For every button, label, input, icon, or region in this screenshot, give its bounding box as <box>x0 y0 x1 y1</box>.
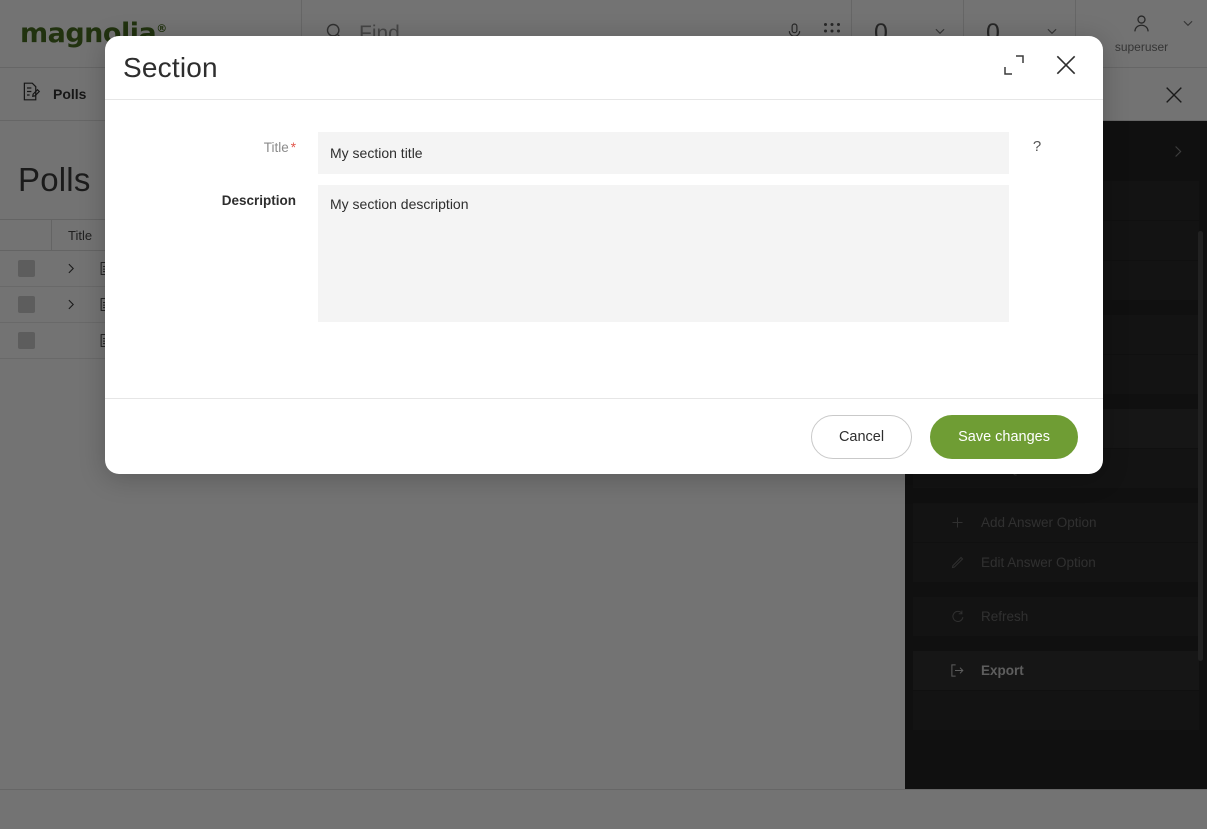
description-input[interactable] <box>318 185 1009 322</box>
field-title-row: Title* ? <box>105 132 1103 174</box>
field-title-label: Title* <box>105 132 318 155</box>
title-input[interactable] <box>318 132 1009 174</box>
dialog-title: Section <box>123 52 218 84</box>
cancel-button[interactable]: Cancel <box>811 415 912 459</box>
dialog-body: Title* ? Description <box>105 100 1103 398</box>
maximize-icon <box>1002 53 1026 82</box>
field-title-label-text: Title <box>264 140 289 155</box>
field-description-row: Description <box>105 185 1103 322</box>
dialog-header: Section <box>105 36 1103 100</box>
dialog-footer: Cancel Save changes <box>105 398 1103 474</box>
title-help-icon[interactable]: ? <box>1009 132 1065 155</box>
description-help-spacer <box>1009 185 1065 191</box>
close-icon <box>1053 52 1079 83</box>
save-changes-button[interactable]: Save changes <box>930 415 1078 459</box>
application-root: magnolia® Find... <box>0 0 1207 829</box>
dialog-close-button[interactable] <box>1045 47 1087 89</box>
required-marker: * <box>291 140 296 155</box>
section-dialog: Section <box>105 36 1103 474</box>
dialog-maximize-button[interactable] <box>993 47 1035 89</box>
field-description-label: Description <box>105 185 318 208</box>
